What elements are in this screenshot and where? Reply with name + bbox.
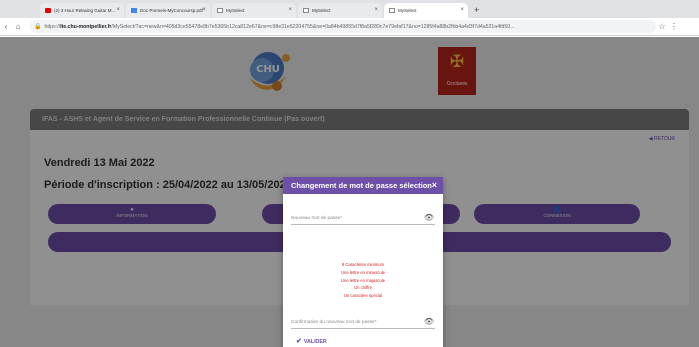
doc-icon — [303, 8, 309, 13]
close-icon[interactable]: × — [460, 7, 464, 13]
address-bar[interactable]: 🔒 https://lte.chu-montpellier.fr/MySelec… — [30, 20, 656, 33]
tab-label: MySelect — [226, 8, 245, 13]
dialog-header: Changement de mot de passe sélection × — [283, 177, 443, 194]
close-icon[interactable]: × — [374, 7, 378, 13]
rule-lowercase: Une lettre en minuscule — [341, 269, 385, 275]
dialog-title: Changement de mot de passe sélection — [291, 181, 432, 190]
close-icon[interactable]: × — [202, 7, 206, 13]
youtube-icon — [45, 8, 51, 13]
browser-tab[interactable]: Doc-Pormeis-MyConcoursp.pdf × — [126, 3, 210, 18]
password-change-dialog: Changement de mot de passe sélection × N… — [283, 177, 443, 347]
rule-uppercase: Une lettre en majuscule — [341, 277, 385, 283]
back-icon[interactable]: ‹ — [0, 22, 12, 31]
rule-special: Un caractère spécial — [343, 293, 383, 299]
home-icon[interactable]: ⌂ — [12, 22, 24, 31]
url-path: /MySelect/?ac=new&n=405d3ce55478e8b7e536… — [111, 23, 515, 30]
browser-tab[interactable]: MySelect × — [212, 3, 296, 18]
browser-toolbar: ‹ ⌂ 🔒 https://lte.chu-montpellier.fr/MyS… — [0, 18, 699, 36]
tab-label: (2) 3 Hour Relaxing Guitar M... — [54, 8, 116, 13]
close-icon[interactable]: × — [288, 7, 292, 13]
rule-min-length: 8 Caractères minimum — [341, 262, 385, 267]
new-tab-button[interactable]: + — [474, 3, 479, 18]
page: CHU ✠ Occitanie IFAS - ASHS et Agent de … — [0, 37, 699, 347]
tab-label: MySelect — [398, 8, 417, 13]
browser-tab[interactable]: MySelect × — [298, 3, 382, 18]
url-domain: lte.chu-montpellier.fr — [60, 23, 112, 30]
tab-label: MySelect — [312, 8, 331, 13]
close-icon[interactable]: × — [432, 180, 437, 190]
tab-label: Doc-Pormeis-MyConcoursp.pdf — [140, 8, 203, 13]
rule-digit: Un chiffre — [354, 285, 372, 291]
field-underline — [291, 224, 435, 225]
star-icon[interactable]: ☆ — [656, 22, 668, 31]
lock-icon: 🔒 — [34, 24, 42, 30]
check-icon: ✔ — [296, 338, 302, 345]
validate-label: VALIDER — [303, 339, 327, 345]
doc-icon — [389, 8, 395, 13]
eye-icon[interactable]: 👁 — [424, 318, 434, 326]
url-prefix: https:// — [44, 23, 61, 30]
close-icon[interactable]: × — [116, 7, 120, 13]
browser-tab[interactable]: (2) 3 Hour Relaxing Guitar M... × — [40, 3, 124, 18]
password-rules: 8 Caractères minimum Une lettre en minus… — [283, 261, 443, 300]
confirm-password-field[interactable]: Confirmation du nouveau mot de passe* — [291, 320, 377, 325]
extension-icon[interactable]: ⋮ — [668, 22, 680, 31]
doc-icon — [217, 8, 223, 13]
new-password-field[interactable]: Nouveau mot de passe* — [291, 216, 342, 221]
browser-tab-strip: (2) 3 Hour Relaxing Guitar M... × Doc-Por… — [0, 0, 699, 18]
doc-icon — [131, 8, 137, 13]
validate-button[interactable]: ✔ VALIDER — [296, 337, 327, 345]
browser-tab-active[interactable]: MySelect × — [384, 3, 468, 18]
field-underline — [291, 328, 435, 329]
eye-icon[interactable]: 👁 — [424, 214, 434, 222]
